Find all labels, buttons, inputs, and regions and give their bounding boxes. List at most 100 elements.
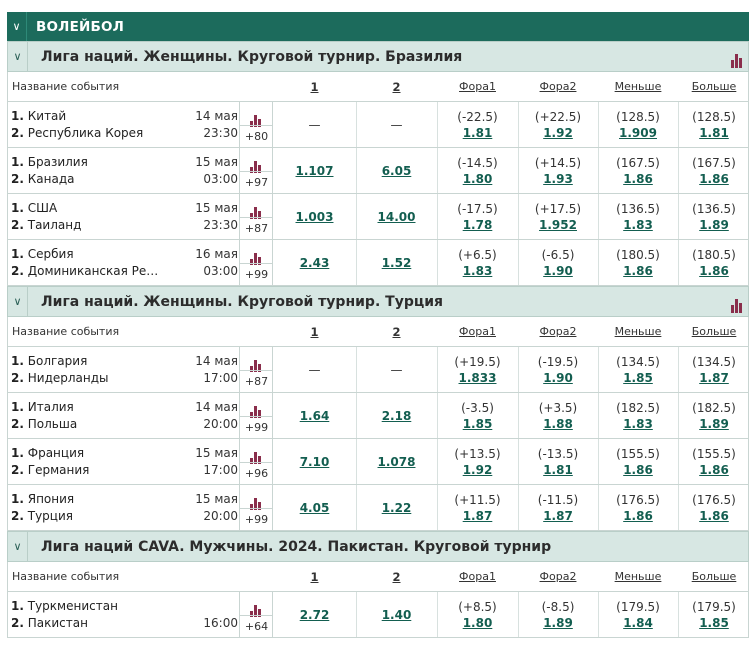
odds-value[interactable]: 1.86: [623, 508, 653, 524]
odds-value[interactable]: 1.86: [623, 462, 653, 478]
event-teams[interactable]: 1. Китай 2. Республика Корея: [11, 108, 143, 142]
odds-value[interactable]: 14.00: [378, 209, 416, 225]
odds-value[interactable]: 1.22: [382, 500, 412, 516]
team1-name[interactable]: Япония: [28, 492, 74, 506]
league-stats-icon[interactable]: [731, 49, 742, 68]
odds-cell[interactable]: (180.5) 1.86: [678, 240, 750, 285]
odds-value[interactable]: 6.05: [382, 163, 412, 179]
more-markets-button[interactable]: +99: [240, 416, 273, 438]
column-c2[interactable]: 2: [356, 317, 437, 346]
more-markets-button[interactable]: +97: [240, 171, 273, 193]
event-teams[interactable]: 1. Франция 2. Германия: [11, 445, 89, 479]
odds-value[interactable]: 1.107: [296, 163, 334, 179]
odds-cell[interactable]: 7.10: [273, 439, 356, 484]
odds-value[interactable]: 7.10: [300, 454, 330, 470]
odds-value[interactable]: 1.86: [699, 462, 729, 478]
odds-value[interactable]: 1.86: [699, 171, 729, 187]
odds-cell[interactable]: —: [273, 347, 356, 392]
odds-value[interactable]: 1.89: [543, 615, 573, 631]
event-teams[interactable]: 1. Япония 2. Турция: [11, 491, 74, 525]
odds-cell[interactable]: (128.5) 1.909: [598, 102, 678, 147]
team1-name[interactable]: Сербия: [28, 247, 74, 261]
sport-header[interactable]: ∨ ВОЛЕЙБОЛ: [7, 12, 749, 41]
event-teams[interactable]: 1. Бразилия 2. Канада: [11, 154, 88, 188]
odds-value[interactable]: 1.81: [463, 125, 493, 141]
chevron-down-icon[interactable]: ∨: [8, 532, 28, 561]
odds-value[interactable]: 1.86: [699, 508, 729, 524]
odds-cell[interactable]: (134.5) 1.85: [598, 347, 678, 392]
odds-cell[interactable]: 2.18: [356, 393, 437, 438]
column-more[interactable]: Больше: [678, 317, 750, 346]
more-markets-button[interactable]: +87: [240, 370, 273, 392]
odds-cell[interactable]: 1.107: [273, 148, 356, 193]
odds-cell[interactable]: (-6.5) 1.90: [518, 240, 598, 285]
more-markets-button[interactable]: +64: [240, 615, 273, 637]
odds-cell[interactable]: 1.40: [356, 592, 437, 637]
odds-cell[interactable]: (+3.5) 1.88: [518, 393, 598, 438]
odds-cell[interactable]: (176.5) 1.86: [678, 485, 750, 530]
odds-value[interactable]: 1.86: [699, 263, 729, 279]
odds-value[interactable]: 1.80: [463, 171, 493, 187]
odds-cell[interactable]: (179.5) 1.85: [678, 592, 750, 637]
column-fora2[interactable]: Фора2: [518, 317, 598, 346]
team2-name[interactable]: Канада: [28, 172, 75, 186]
team2-name[interactable]: Турция: [28, 509, 73, 523]
league-header[interactable]: ∨ Лига наций. Женщины. Круговой турнир. Б…: [7, 41, 749, 72]
odds-cell[interactable]: (179.5) 1.84: [598, 592, 678, 637]
event-teams[interactable]: 1. Италия 2. Польша: [11, 399, 77, 433]
odds-cell[interactable]: 1.52: [356, 240, 437, 285]
odds-cell[interactable]: (180.5) 1.86: [598, 240, 678, 285]
odds-cell[interactable]: (167.5) 1.86: [598, 148, 678, 193]
odds-cell[interactable]: (155.5) 1.86: [678, 439, 750, 484]
odds-cell[interactable]: 1.078: [356, 439, 437, 484]
odds-value[interactable]: 1.87: [543, 508, 573, 524]
column-c1[interactable]: 1: [273, 317, 356, 346]
odds-cell[interactable]: (167.5) 1.86: [678, 148, 750, 193]
odds-cell[interactable]: (-11.5) 1.87: [518, 485, 598, 530]
odds-value[interactable]: 1.92: [543, 125, 573, 141]
odds-cell[interactable]: 14.00: [356, 194, 437, 239]
odds-cell[interactable]: (-17.5) 1.78: [437, 194, 518, 239]
odds-value[interactable]: 1.909: [619, 125, 657, 141]
column-c1[interactable]: 1: [273, 72, 356, 101]
odds-cell[interactable]: 2.72: [273, 592, 356, 637]
odds-cell[interactable]: (+6.5) 1.83: [437, 240, 518, 285]
chevron-down-icon[interactable]: ∨: [7, 12, 27, 41]
odds-value[interactable]: 1.85: [463, 416, 493, 432]
odds-value[interactable]: 1.89: [699, 416, 729, 432]
event-row[interactable]: 1. Италия 2. Польша 14 мая 20:00 +99 1.64 2.18…: [7, 393, 749, 439]
team2-name[interactable]: Нидерланды: [28, 371, 109, 385]
event-row[interactable]: 1. Китай 2. Республика Корея 14 мая 23:30 +8…: [7, 102, 749, 148]
odds-value[interactable]: 2.43: [300, 255, 330, 271]
team2-name[interactable]: Республика Корея: [28, 126, 144, 140]
column-fora1[interactable]: Фора1: [437, 562, 518, 591]
odds-cell[interactable]: (+11.5) 1.87: [437, 485, 518, 530]
chevron-down-icon[interactable]: ∨: [8, 287, 28, 316]
team2-name[interactable]: Пакистан: [28, 616, 88, 630]
odds-cell[interactable]: —: [273, 102, 356, 147]
odds-cell[interactable]: —: [356, 347, 437, 392]
odds-value[interactable]: 1.64: [300, 408, 330, 424]
odds-cell[interactable]: (+13.5) 1.92: [437, 439, 518, 484]
odds-cell[interactable]: (182.5) 1.89: [678, 393, 750, 438]
odds-value[interactable]: 1.833: [459, 370, 497, 386]
odds-value[interactable]: 1.83: [623, 217, 653, 233]
odds-value[interactable]: 1.003: [296, 209, 334, 225]
odds-value[interactable]: 1.078: [378, 454, 416, 470]
odds-cell[interactable]: (-14.5) 1.80: [437, 148, 518, 193]
team1-name[interactable]: Бразилия: [28, 155, 88, 169]
team1-name[interactable]: Франция: [28, 446, 84, 460]
event-row[interactable]: 1. Япония 2. Турция 15 мая 20:00 +99 4.05 1.22…: [7, 485, 749, 531]
odds-cell[interactable]: 1.64: [273, 393, 356, 438]
odds-value[interactable]: 1.83: [623, 416, 653, 432]
event-row[interactable]: 1. Сербия 2. Доминиканская Ре… 16 мая 03:00…: [7, 240, 749, 286]
odds-value[interactable]: 1.88: [543, 416, 573, 432]
odds-cell[interactable]: (176.5) 1.86: [598, 485, 678, 530]
column-less[interactable]: Меньше: [598, 562, 678, 591]
odds-value[interactable]: 1.81: [699, 125, 729, 141]
odds-value[interactable]: 1.90: [543, 370, 573, 386]
odds-value[interactable]: 1.84: [623, 615, 653, 631]
odds-value[interactable]: 1.52: [382, 255, 412, 271]
odds-cell[interactable]: (+19.5) 1.833: [437, 347, 518, 392]
odds-cell[interactable]: (+14.5) 1.93: [518, 148, 598, 193]
